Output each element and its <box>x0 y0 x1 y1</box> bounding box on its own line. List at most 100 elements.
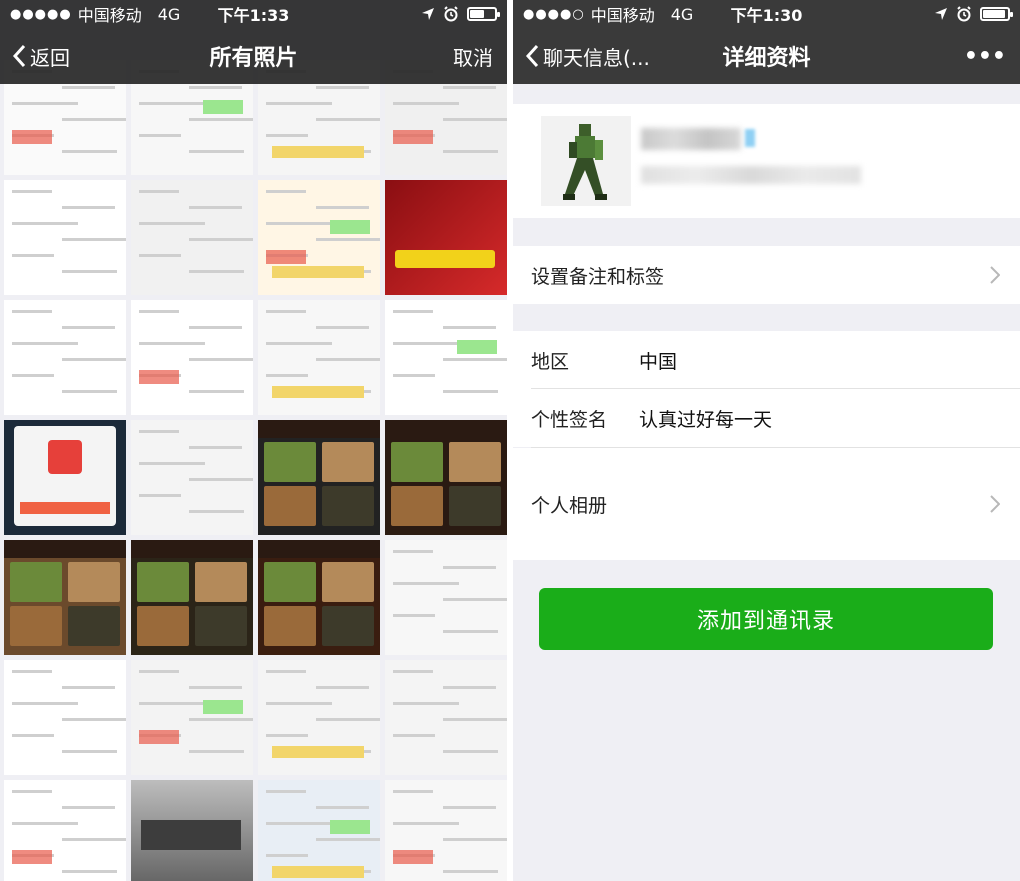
thumbnail-detail <box>443 686 496 689</box>
back-button[interactable]: 聊天信息(... <box>513 42 650 71</box>
photo-thumbnail[interactable] <box>385 540 507 655</box>
thumbnail-detail <box>20 502 110 514</box>
thumbnail-detail <box>393 310 433 313</box>
photo-thumbnail[interactable] <box>4 180 126 295</box>
thumbnail-detail <box>272 146 364 158</box>
photo-thumbnail[interactable] <box>131 420 253 535</box>
thumbnail-detail <box>137 562 189 602</box>
photo-grid <box>0 60 507 881</box>
photo-thumbnail[interactable] <box>131 180 253 295</box>
network-type: 4G <box>157 4 181 24</box>
photo-thumbnail[interactable] <box>258 300 380 415</box>
back-button[interactable]: 返回 <box>0 42 70 71</box>
thumbnail-detail <box>322 442 374 482</box>
thumbnail-detail <box>385 420 507 438</box>
thumbnail-detail <box>395 250 495 268</box>
thumbnail-detail <box>316 86 369 89</box>
photo-thumbnail[interactable] <box>4 660 126 775</box>
alarm-clock-icon <box>957 6 971 22</box>
thumbnail-detail <box>189 326 242 329</box>
thumbnail-detail <box>62 238 126 241</box>
region-label: 地区 <box>531 350 570 373</box>
thumbnail-detail <box>316 838 380 841</box>
page-title: 所有照片 <box>209 46 298 71</box>
thumbnail-detail <box>316 718 380 721</box>
photo-thumbnail[interactable] <box>258 180 380 295</box>
photo-thumbnail[interactable] <box>385 180 507 295</box>
thumbnail-detail <box>189 238 253 241</box>
photo-thumbnail[interactable] <box>385 300 507 415</box>
back-label: 聊天信息(... <box>543 45 650 70</box>
photo-picker-screen: ●●●●● 中国移动 4G 下午1:33 返回 所有照片 取消 <box>0 0 507 881</box>
photo-thumbnail[interactable] <box>131 300 253 415</box>
region-row: 地区 中国 <box>513 331 1020 389</box>
thumbnail-detail <box>62 206 115 209</box>
thumbnail-detail <box>62 806 115 809</box>
thumbnail-detail <box>330 220 370 234</box>
photo-thumbnail[interactable] <box>4 780 126 881</box>
chevron-left-icon <box>12 44 26 68</box>
photo-thumbnail[interactable] <box>258 420 380 535</box>
thumbnail-detail <box>62 86 115 89</box>
thumbnail-detail <box>62 270 117 273</box>
thumbnail-detail <box>189 510 244 513</box>
thumbnail-detail <box>393 130 433 144</box>
thumbnail-detail <box>393 582 459 585</box>
thumbnail-detail <box>62 390 117 393</box>
thumbnail-detail <box>62 686 115 689</box>
thumbnail-detail <box>62 750 117 753</box>
photo-thumbnail[interactable] <box>4 300 126 415</box>
status-bar: ●●●●○ 中国移动 4G 下午1:30 <box>513 0 1020 28</box>
thumbnail-detail <box>139 430 179 433</box>
remark-tags-row[interactable]: 设置备注和标签 <box>513 246 1020 304</box>
photo-thumbnail[interactable] <box>4 420 126 535</box>
thumbnail-detail <box>189 150 244 153</box>
thumbnail-detail <box>443 598 507 601</box>
thumbnail-detail <box>266 670 306 673</box>
thumbnail-detail <box>443 118 507 121</box>
location-arrow-icon <box>935 8 947 20</box>
photo-thumbnail[interactable] <box>131 780 253 881</box>
thumbnail-detail <box>12 310 52 313</box>
personal-album-row[interactable]: 个人相册 <box>513 448 1020 560</box>
thumbnail-detail <box>139 310 179 313</box>
thumbnail-detail <box>443 806 496 809</box>
thumbnail-detail <box>266 250 306 264</box>
thumbnail-detail <box>68 562 120 602</box>
avatar[interactable] <box>541 116 631 206</box>
photo-thumbnail[interactable] <box>385 420 507 535</box>
thumbnail-detail <box>68 606 120 646</box>
cancel-button[interactable]: 取消 <box>453 42 507 71</box>
thumbnail-detail <box>393 550 433 553</box>
photo-thumbnail[interactable] <box>385 660 507 775</box>
thumbnail-detail <box>10 606 62 646</box>
signature-row: 个性签名 认真过好每一天 <box>513 389 1020 447</box>
thumbnail-detail <box>139 370 179 384</box>
thumbnail-detail <box>12 734 54 737</box>
thumbnail-detail <box>322 606 374 646</box>
thumbnail-detail <box>393 102 459 105</box>
photo-thumbnail[interactable] <box>258 780 380 881</box>
battery-icon <box>467 7 500 21</box>
photo-thumbnail[interactable] <box>131 540 253 655</box>
add-to-contacts-button[interactable]: 添加到通讯录 <box>539 588 993 650</box>
blurred-nickname <box>641 128 741 150</box>
thumbnail-detail <box>258 540 380 558</box>
thumbnail-detail <box>12 374 54 377</box>
thumbnail-detail <box>139 462 205 465</box>
photo-thumbnail[interactable] <box>258 540 380 655</box>
photo-thumbnail[interactable] <box>4 540 126 655</box>
more-options-button[interactable]: ••• <box>964 44 1020 69</box>
thumbnail-detail <box>203 700 243 714</box>
profile-header <box>513 104 1020 218</box>
photo-thumbnail[interactable] <box>385 780 507 881</box>
thumbnail-detail <box>443 630 498 633</box>
thumbnail-detail <box>258 420 380 438</box>
thumbnail-detail <box>443 718 507 721</box>
thumbnail-detail <box>10 562 62 602</box>
thumbnail-detail <box>264 442 316 482</box>
photo-thumbnail[interactable] <box>131 660 253 775</box>
photo-thumbnail[interactable] <box>258 660 380 775</box>
thumbnail-detail <box>266 190 306 193</box>
thumbnail-detail <box>139 102 205 105</box>
